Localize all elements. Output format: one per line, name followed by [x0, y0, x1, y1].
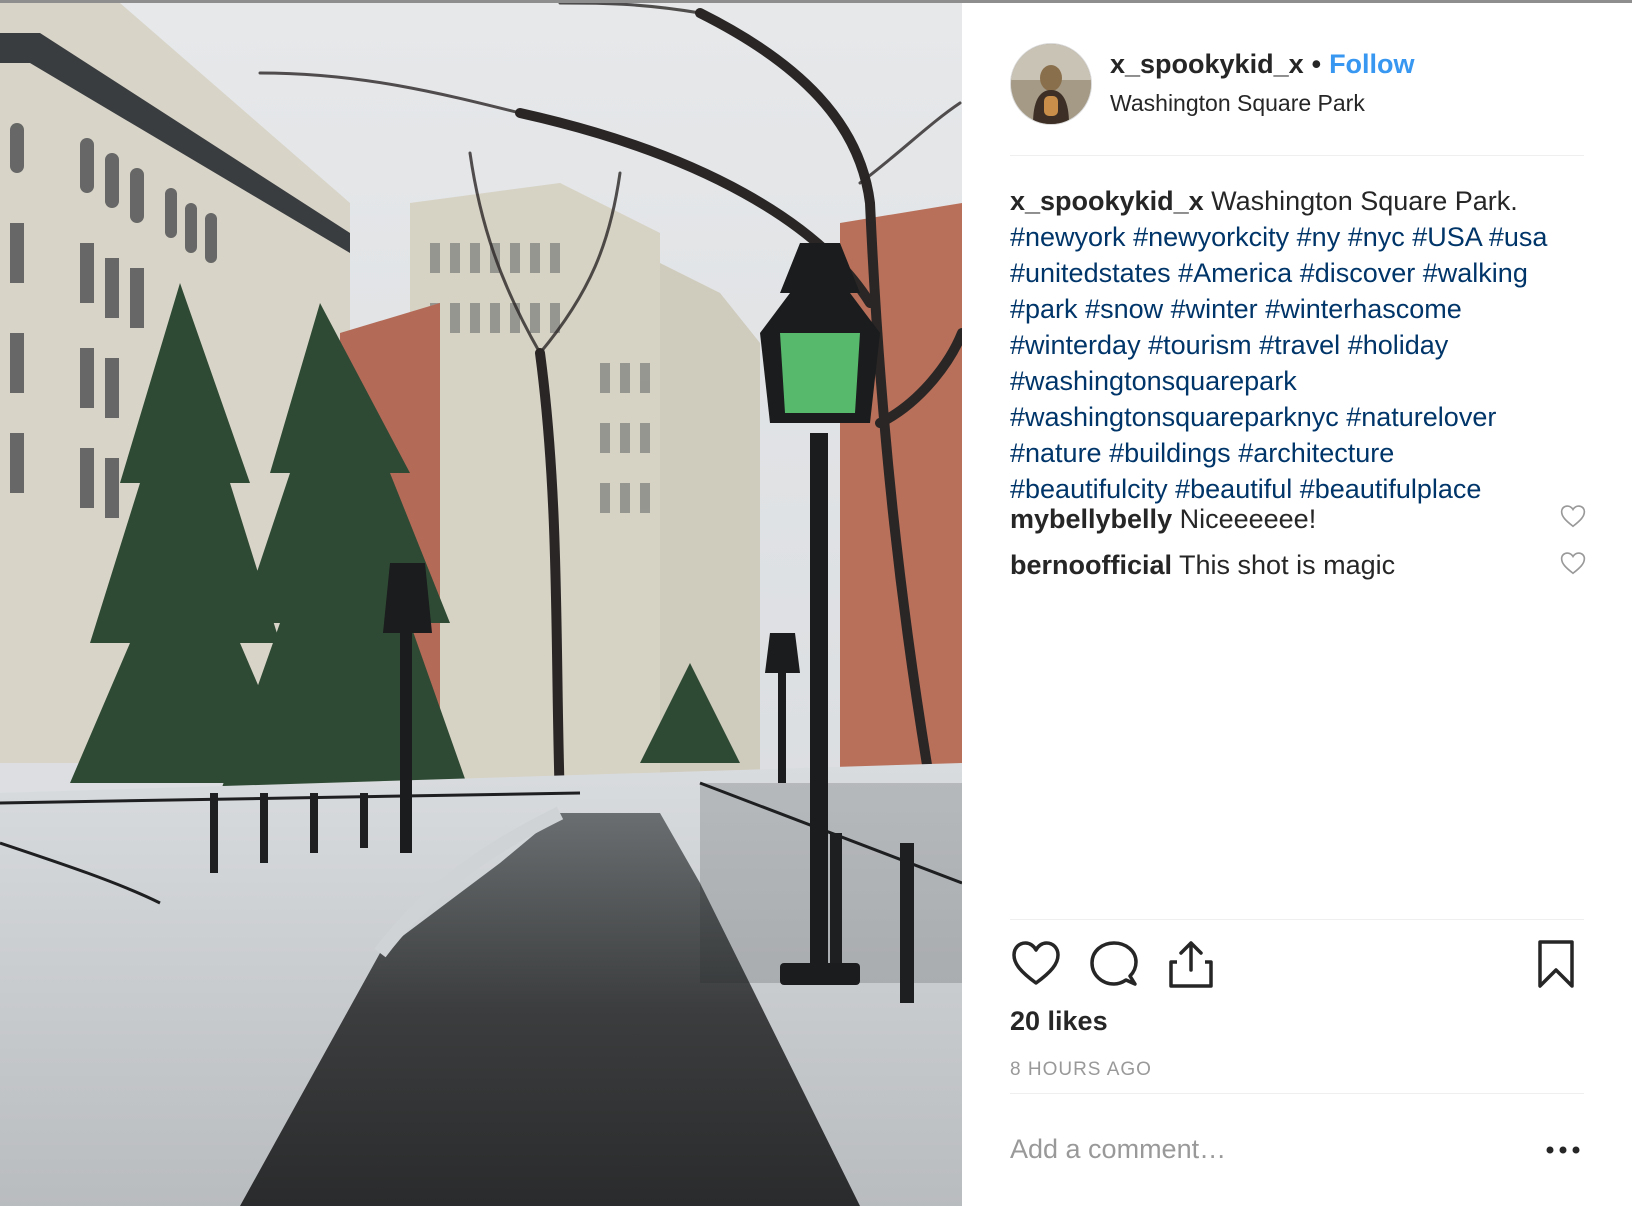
post-photo[interactable]: [0, 3, 962, 1206]
header-username[interactable]: x_spookykid_x: [1110, 49, 1304, 79]
post-header: x_spookykid_x • Follow Washington Square P…: [1010, 43, 1548, 125]
header-separator: •: [1311, 49, 1322, 79]
comment-row: bernoofficial This shot is magic: [1010, 550, 1550, 581]
hashtag-link[interactable]: #nature: [1010, 438, 1102, 468]
ellipsis-icon[interactable]: [1545, 1145, 1581, 1155]
comment-text: Niceeeeee!: [1179, 504, 1317, 534]
comment-text: This shot is magic: [1179, 550, 1396, 580]
share-icon[interactable]: [1165, 938, 1217, 990]
hashtag-link[interactable]: #washingtonsquarepark: [1010, 366, 1297, 396]
hashtag-link[interactable]: #naturelover: [1346, 402, 1496, 432]
hashtag-link[interactable]: #discover: [1300, 258, 1416, 288]
caption-hashtags: #newyork #newyorkcity #ny #nyc #USA #usa…: [1010, 222, 1547, 504]
hashtag-link[interactable]: #winter: [1171, 294, 1258, 324]
post-timestamp[interactable]: 8 HOURS AGO: [1010, 1059, 1152, 1081]
comment-divider: [1010, 1093, 1584, 1094]
hashtag-link[interactable]: #park: [1010, 294, 1078, 324]
hashtag-link[interactable]: #walking: [1423, 258, 1528, 288]
post-details-panel: x_spookykid_x • Follow Washington Square P…: [962, 3, 1632, 1206]
add-comment-input[interactable]: Add a comment…: [1010, 1134, 1226, 1165]
follow-button[interactable]: Follow: [1329, 49, 1414, 79]
hashtag-link[interactable]: #snow: [1085, 294, 1163, 324]
park-scene-image: [0, 3, 962, 1206]
hashtag-link[interactable]: #winterhascome: [1265, 294, 1462, 324]
hashtag-link[interactable]: #usa: [1489, 222, 1548, 252]
comment-like-heart-icon[interactable]: [1560, 551, 1586, 575]
hashtag-link[interactable]: #nyc: [1348, 222, 1405, 252]
hashtag-link[interactable]: #beautifulplace: [1300, 474, 1482, 504]
header-location[interactable]: Washington Square Park: [1110, 90, 1365, 117]
heart-icon[interactable]: [1010, 938, 1062, 990]
likes-count[interactable]: 20 likes: [1010, 1006, 1108, 1037]
comment-row: mybellybelly Niceeeeee!: [1010, 504, 1550, 535]
hashtag-link[interactable]: #buildings: [1109, 438, 1231, 468]
hashtag-link[interactable]: #beautifulcity: [1010, 474, 1168, 504]
hashtag-link[interactable]: #washingtonsquareparknyc: [1010, 402, 1339, 432]
hashtag-link[interactable]: #tourism: [1148, 330, 1252, 360]
hashtag-link[interactable]: #newyork: [1010, 222, 1126, 252]
avatar[interactable]: [1010, 43, 1092, 125]
hashtag-link[interactable]: #architecture: [1238, 438, 1394, 468]
avatar-image: [1011, 44, 1091, 124]
hashtag-link[interactable]: #newyorkcity: [1133, 222, 1289, 252]
action-bar: [1010, 938, 1584, 990]
caption-username[interactable]: x_spookykid_x: [1010, 186, 1204, 216]
post-caption: x_spookykid_x Washington Square Park. #n…: [1010, 183, 1550, 507]
header-divider: [1010, 155, 1584, 156]
hashtag-link[interactable]: #America: [1178, 258, 1292, 288]
hashtag-link[interactable]: #travel: [1259, 330, 1340, 360]
hashtag-link[interactable]: #winterday: [1010, 330, 1141, 360]
actions-divider: [1010, 919, 1584, 920]
bookmark-icon[interactable]: [1530, 938, 1582, 990]
header-username-row: x_spookykid_x • Follow: [1110, 49, 1415, 80]
hashtag-link[interactable]: #unitedstates: [1010, 258, 1171, 288]
comment-like-heart-icon[interactable]: [1560, 504, 1586, 528]
hashtag-link[interactable]: #ny: [1297, 222, 1341, 252]
hashtag-link[interactable]: #holiday: [1348, 330, 1449, 360]
comment-username[interactable]: mybellybelly: [1010, 504, 1172, 534]
caption-text: Washington Square Park.: [1211, 186, 1518, 216]
hashtag-link[interactable]: #beautiful: [1175, 474, 1292, 504]
comment-username[interactable]: bernoofficial: [1010, 550, 1172, 580]
hashtag-link[interactable]: #USA: [1412, 222, 1481, 252]
speech-bubble-icon[interactable]: [1088, 938, 1140, 990]
